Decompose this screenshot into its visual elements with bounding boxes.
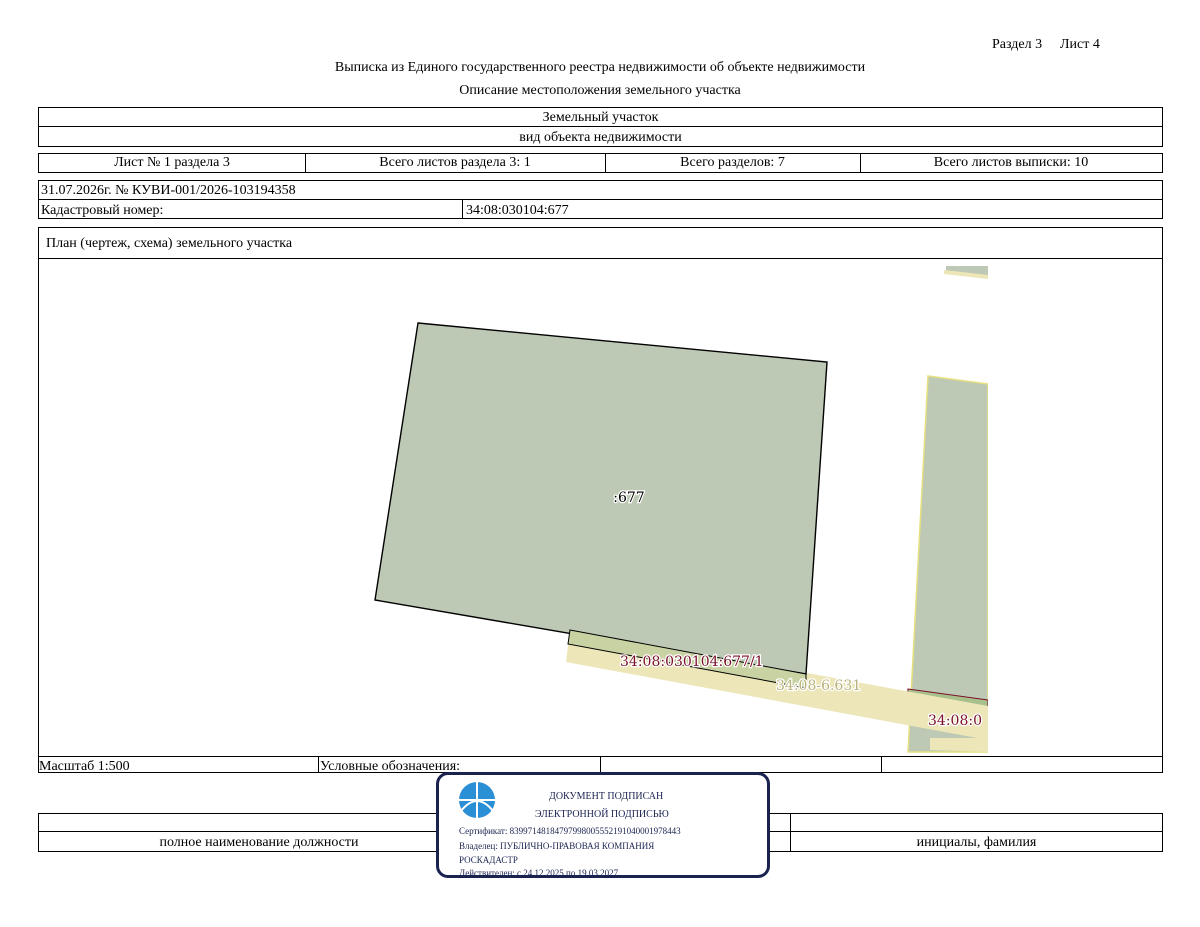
part-label: 34:08:030104:677/1 xyxy=(620,654,764,670)
main-parcel xyxy=(374,322,828,675)
name-caption: инициалы, фамилия xyxy=(916,835,1037,850)
stamp-certificate: Сертификат: 8399714818479799800555219104… xyxy=(459,826,681,836)
roskadastr-logo-icon xyxy=(459,782,495,818)
stamp-line2: ЭЛЕКТРОННОЙ ПОДПИСЬЮ xyxy=(535,809,669,820)
position-caption: полное наименование должности xyxy=(159,835,359,850)
stamp-line1: ДОКУМЕНТ ПОДПИСАН xyxy=(549,791,664,802)
stamp-owner-line1: Владелец: ПУБЛИЧНО-ПРАВОВАЯ КОМПАНИЯ xyxy=(459,841,655,851)
parcel-label: :677 xyxy=(613,490,644,506)
signature-stamp: ДОКУМЕНТ ПОДПИСАН ЭЛЕКТРОННОЙ ПОДПИСЬЮ С… xyxy=(436,772,770,878)
stamp-valid: Действителен: с 24.12.2025 по 19.03.2027 xyxy=(459,868,619,878)
zone-strip-lower xyxy=(930,738,988,752)
zone-label: 34:08-6.631 xyxy=(776,678,861,694)
neighbor-label: 34:08:0 xyxy=(928,713,982,729)
stamp-owner-line2: РОСКАДАСТР xyxy=(459,855,518,865)
